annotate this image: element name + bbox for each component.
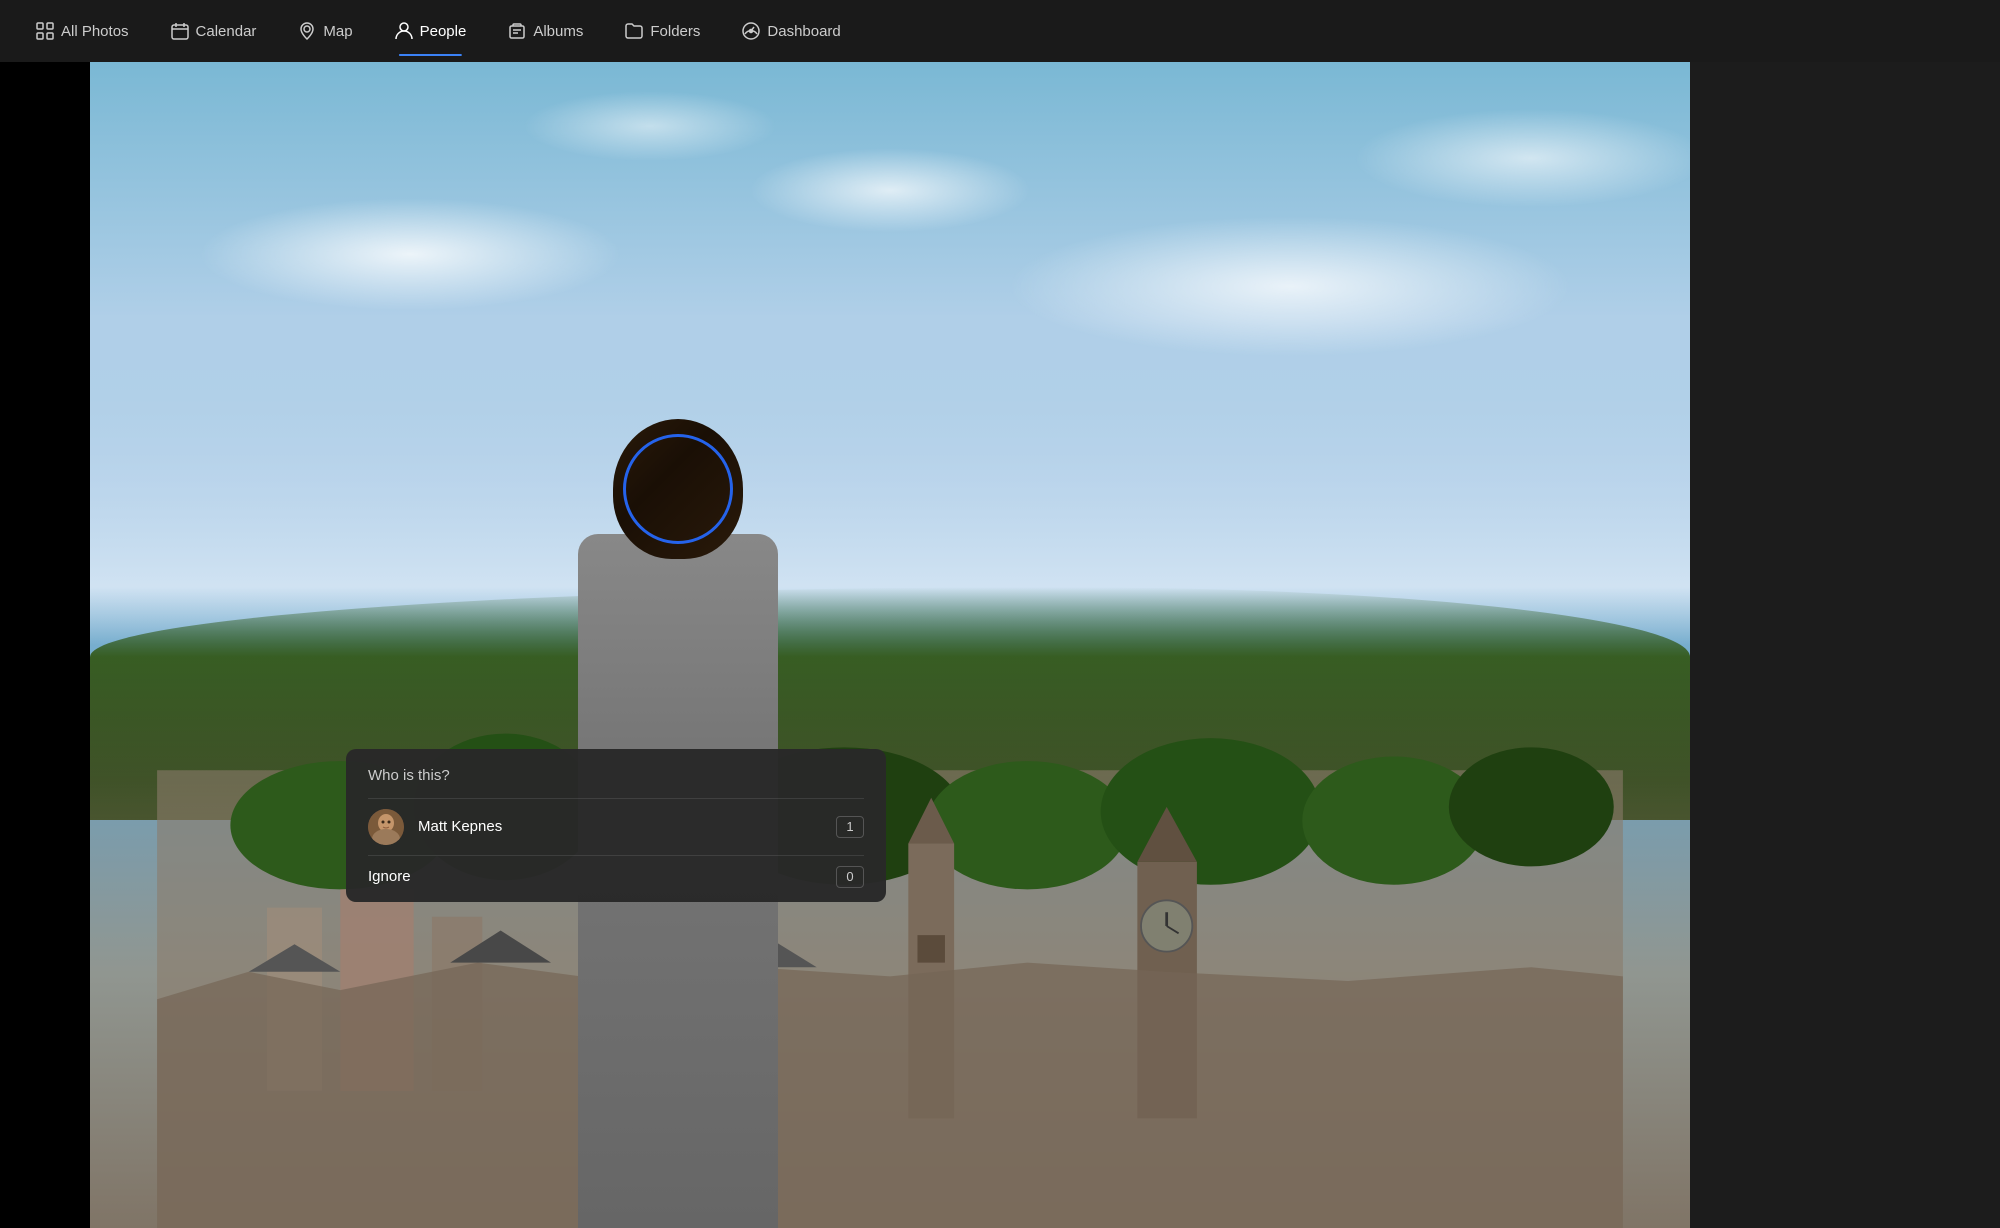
nav-item-dashboard[interactable]: Dashboard [726, 14, 856, 48]
photo-area: Who is this? Matt Kepnes 1 Ignore [90, 62, 1690, 1228]
person-head [613, 419, 743, 559]
nav-item-folders[interactable]: Folders [609, 14, 716, 48]
nav-label-albums: Albums [533, 23, 583, 40]
grid-icon [36, 22, 54, 40]
popup-person-matt[interactable]: Matt Kepnes 1 [346, 799, 886, 855]
who-is-this-popup: Who is this? Matt Kepnes 1 Ignore [346, 749, 886, 902]
nav-bar: All Photos Calendar Map [0, 0, 2000, 62]
buildings-svg [90, 587, 1690, 1228]
popup-ignore[interactable]: Ignore 0 [346, 856, 886, 902]
nav-item-calendar[interactable]: Calendar [155, 14, 273, 48]
nav-label-dashboard: Dashboard [767, 23, 840, 40]
album-icon [508, 22, 526, 40]
nav-label-map: Map [323, 23, 352, 40]
gauge-icon [742, 22, 760, 40]
map-pin-icon [298, 22, 316, 40]
folder-icon [625, 22, 643, 40]
nav-label-folders: Folders [650, 23, 700, 40]
nav-item-all-photos[interactable]: All Photos [20, 14, 145, 48]
avatar-matt [368, 809, 404, 845]
nav-item-people[interactable]: People [379, 14, 483, 48]
ignore-count: 0 [836, 866, 864, 888]
ignore-label: Ignore [368, 868, 822, 885]
nav-item-map[interactable]: Map [282, 14, 368, 48]
nav-label-all-photos: All Photos [61, 23, 129, 40]
nav-item-albums[interactable]: Albums [492, 14, 599, 48]
right-panel [1690, 62, 2000, 1228]
popup-title: Who is this? [346, 749, 886, 798]
nav-label-people: People [420, 23, 467, 40]
face-recognition-circle [623, 434, 733, 544]
nav-label-calendar: Calendar [196, 23, 257, 40]
person-icon [395, 22, 413, 40]
calendar-icon [171, 22, 189, 40]
person-name-matt: Matt Kepnes [418, 818, 822, 835]
person-count-matt: 1 [836, 816, 864, 838]
